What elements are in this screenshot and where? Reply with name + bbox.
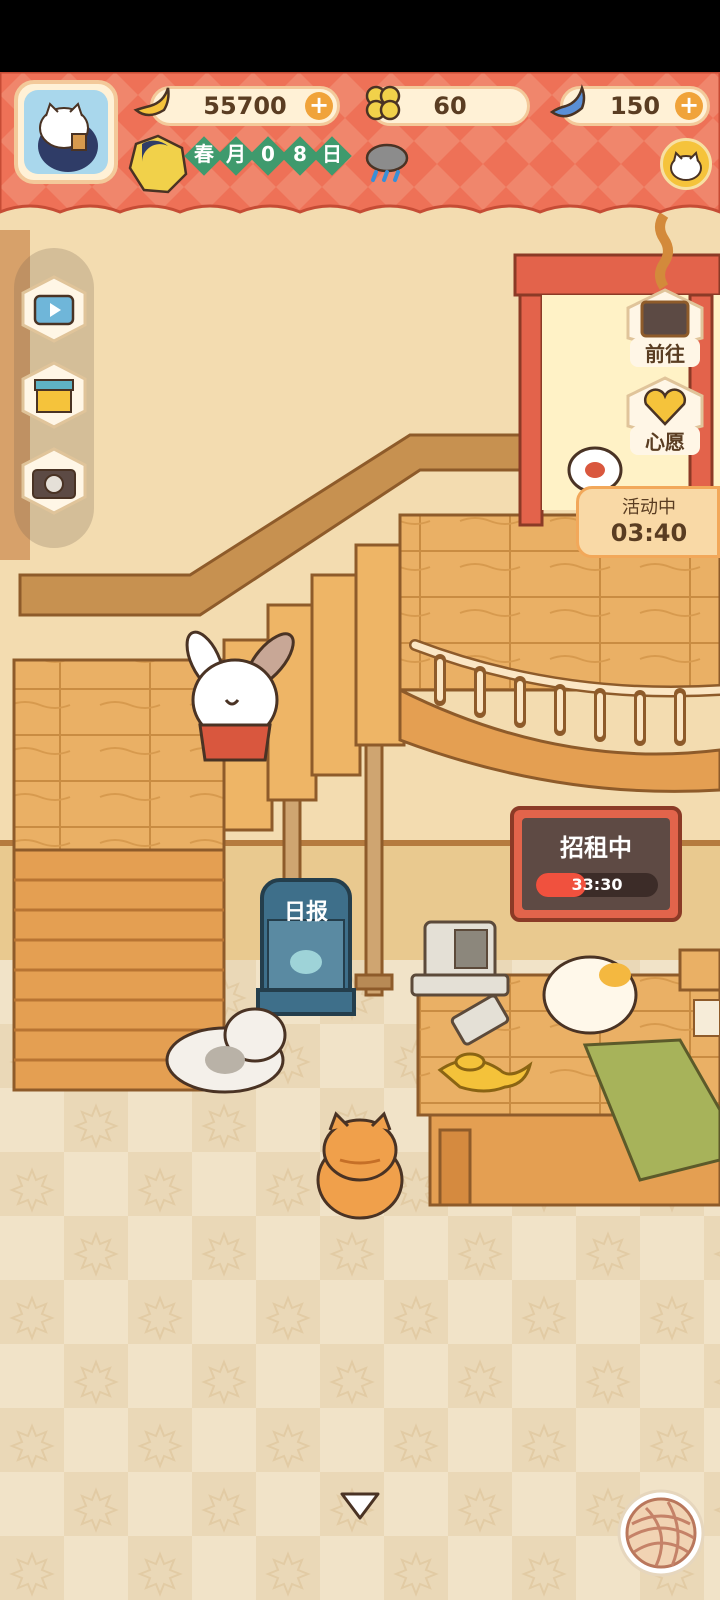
tv-video-button[interactable]: [19, 274, 89, 344]
go-button[interactable]: 前往: [624, 288, 706, 368]
yarn-ball-icon: [617, 1489, 705, 1577]
add-banana-button[interactable]: +: [305, 92, 333, 120]
go-label: 前往: [630, 338, 700, 367]
date-chip-day: 日: [312, 136, 352, 176]
collapse-arrow-button[interactable]: [336, 1486, 384, 1526]
cat-menu-button[interactable]: [660, 138, 712, 190]
status-bar: [0, 0, 720, 72]
daily-news-title: 日报: [283, 900, 328, 925]
daily-news-board[interactable]: 日报: [262, 880, 350, 1010]
rental-sign-title: 招租中: [560, 834, 632, 862]
desk-cat: [542, 955, 638, 1035]
wish-label: 心愿: [630, 426, 700, 455]
orange-cat: [316, 1111, 404, 1220]
date-display: 春 月 0 8 日: [184, 136, 354, 180]
event-status-label: 活动中: [622, 497, 676, 518]
wish-button[interactable]: 心愿: [624, 376, 706, 456]
blue-banana-icon: [544, 80, 590, 126]
camera-button[interactable]: [19, 446, 89, 516]
event-timer-panel[interactable]: 活动中 03:40: [576, 486, 720, 558]
down-arrow-icon: [340, 1492, 380, 1520]
top-hud: 55700 + 60 150 + 春 月 0 8 日: [0, 72, 720, 222]
avatar-cat-icon: [24, 90, 108, 174]
rain-cloud-icon[interactable]: [362, 138, 412, 188]
clover-icon: [360, 80, 406, 126]
yarn-ball-button[interactable]: [616, 1488, 706, 1578]
banana-icon: [128, 80, 174, 126]
rental-sign[interactable]: 招租中 33:30: [522, 818, 670, 910]
shop-button[interactable]: [19, 360, 89, 430]
rental-timer: 33:30: [571, 875, 623, 894]
add-blue-banana-button[interactable]: +: [675, 92, 703, 120]
event-countdown: 03:40: [610, 519, 688, 547]
left-side-menu: [14, 248, 94, 548]
cat-face-icon: [670, 151, 702, 181]
banana-counter: 55700 +: [150, 86, 340, 126]
player-avatar[interactable]: [14, 80, 118, 184]
moon-season-icon: [128, 134, 188, 194]
